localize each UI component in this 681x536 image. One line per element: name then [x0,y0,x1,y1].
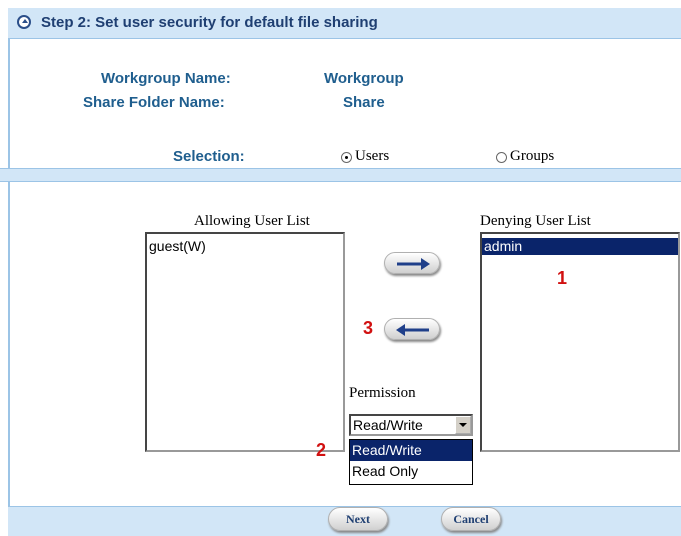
workgroup-name-value: Workgroup [324,70,404,87]
panel-left-border [8,38,10,172]
denying-list-caption: Denying User List [480,213,591,229]
section-divider [0,168,681,182]
next-button[interactable]: Next [328,507,388,531]
move-to-allow-button[interactable] [384,318,440,340]
circle-up-arrow-icon [17,15,31,29]
arrow-left-icon [396,324,429,336]
annotation-marker-2: 2 [316,440,327,460]
workgroup-name-label: Workgroup Name: [101,70,231,87]
permission-caption: Permission [349,385,416,401]
permission-option-read-only[interactable]: Read Only [350,461,472,482]
arrow-right-icon [397,258,430,270]
selection-label: Selection: [173,148,245,165]
chevron-down-icon[interactable] [455,416,471,434]
list-item[interactable]: guest(W) [147,238,343,255]
panel-left-border [8,182,10,506]
users-radio-label[interactable]: Users [355,148,389,165]
header-bar: Step 2: Set user security for default fi… [8,8,681,39]
permission-option-read-write[interactable]: Read/Write [350,440,472,461]
permission-dropdown: Read/Write Read Only [349,439,473,485]
step-title: Step 2: Set user security for default fi… [41,14,378,31]
move-to-deny-button[interactable] [384,252,440,274]
users-radio[interactable] [341,152,352,163]
cancel-button[interactable]: Cancel [441,507,501,531]
allowing-user-list[interactable]: guest(W) [145,232,345,452]
annotation-marker-1: 1 [557,268,568,288]
allowing-list-caption: Allowing User List [194,213,310,229]
permission-select-value: Read/Write [353,417,423,433]
denying-user-list[interactable]: admin [480,232,680,452]
annotation-marker-3: 3 [363,318,374,338]
share-folder-name-value: Share [343,94,385,111]
groups-radio[interactable] [496,152,507,163]
top-panel: Step 2: Set user security for default fi… [0,0,681,175]
share-folder-name-label: Share Folder Name: [83,94,225,111]
permission-select[interactable]: Read/Write [349,414,473,436]
groups-radio-label[interactable]: Groups [510,148,554,165]
list-item[interactable]: admin [482,238,678,255]
